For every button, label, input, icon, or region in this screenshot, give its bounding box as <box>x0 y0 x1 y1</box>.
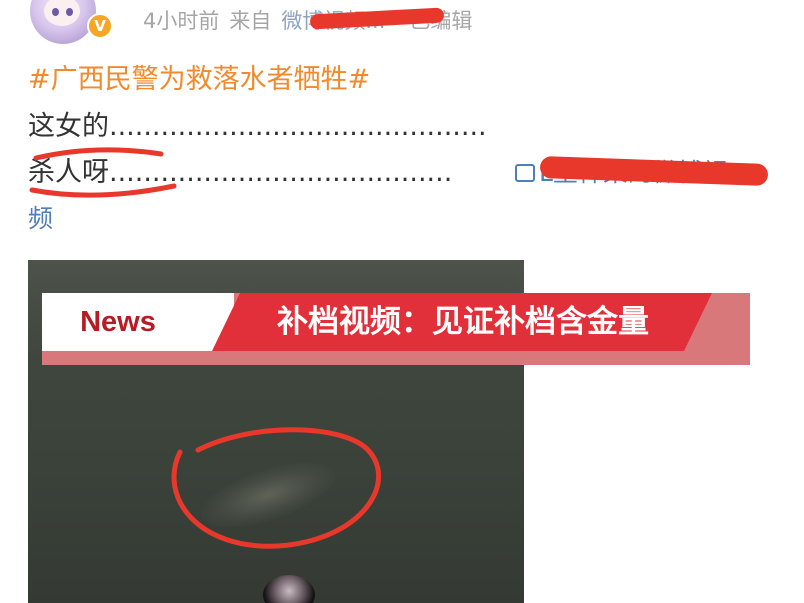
news-banner: News 补档视频：见证补档含金量 <box>42 293 750 365</box>
avatar[interactable] <box>30 0 96 44</box>
video-source-link-cont[interactable]: 频 <box>28 199 53 239</box>
post-text-line-1: 这女的.....................................… <box>28 111 487 142</box>
topic-hashtag-link[interactable]: #广西民警为救落水者牺牲# <box>28 60 370 100</box>
source-prefix: 来自 <box>229 9 272 33</box>
avatar-eye-right <box>66 8 73 16</box>
avatar-face <box>44 0 80 26</box>
video-water-disturbance <box>193 449 343 541</box>
verified-badge-icon: V <box>87 13 113 39</box>
post-time: 4小时前 <box>143 9 220 33</box>
banner-title: 补档视频：见证补档含金量 <box>277 304 649 340</box>
video-link-icon <box>515 164 535 182</box>
banner-news-tag: News <box>80 306 156 338</box>
underline-annotation <box>29 147 177 198</box>
video-object <box>263 575 315 603</box>
weibo-post-screenshot: V 4小时前来自微博视频...已编辑 #广西民警为救落水者牺牲# 这女的....… <box>0 0 804 603</box>
avatar-eye-left <box>52 8 59 16</box>
